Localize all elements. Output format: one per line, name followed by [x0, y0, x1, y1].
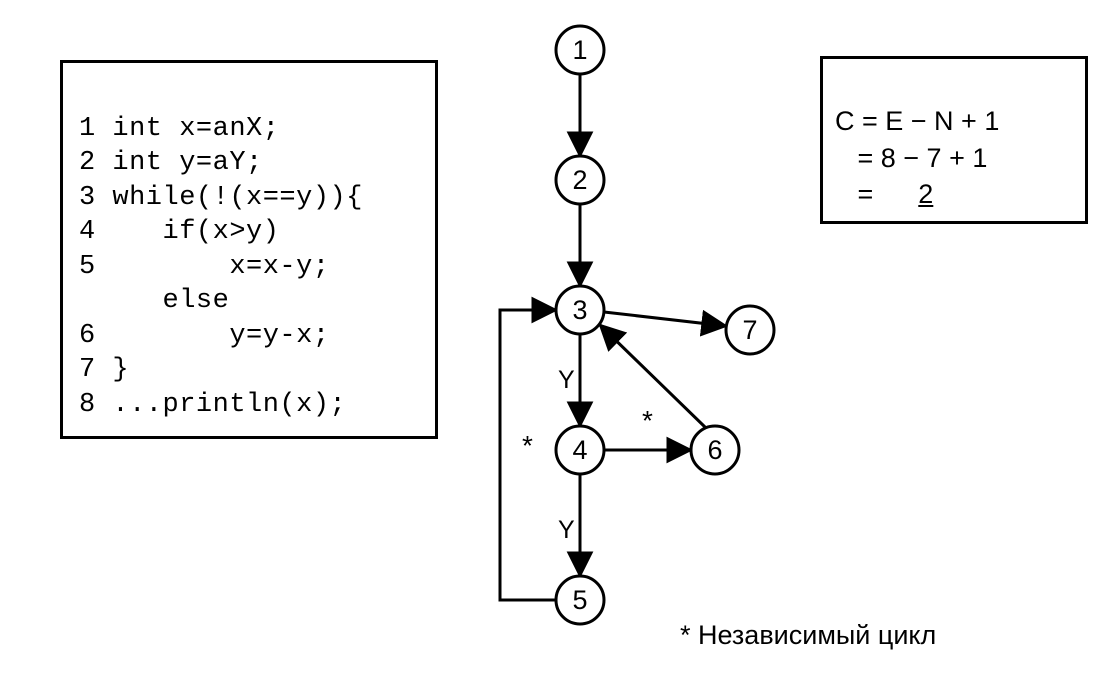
label-5-3: *	[522, 430, 533, 461]
code-listing: 1 int x=anX; 2 int y=aY; 3 while(!(x==y)…	[60, 60, 438, 439]
node-2: 2	[556, 156, 604, 204]
code-line-7: 6 y=y-x;	[79, 321, 330, 351]
code-line-8: 7 }	[79, 355, 129, 385]
svg-text:6: 6	[707, 435, 722, 465]
svg-text:3: 3	[572, 295, 587, 325]
control-flow-graph: 1 2 3 4 5 6 7 Y Y * *	[430, 10, 890, 678]
code-line-1: 1 int x=anX;	[79, 114, 279, 144]
node-3: 3	[556, 286, 604, 334]
code-line-3: 3 while(!(x==y)){	[79, 183, 363, 213]
code-line-6: else	[79, 286, 229, 316]
node-1: 1	[556, 26, 604, 74]
svg-text:4: 4	[572, 435, 587, 465]
edge-3-7	[604, 312, 726, 326]
label-4-6: *	[642, 405, 653, 436]
label-3-4: Y	[558, 366, 575, 394]
code-line-4: 4 if(x>y)	[79, 217, 279, 247]
svg-text:5: 5	[572, 585, 587, 615]
node-5: 5	[556, 576, 604, 624]
label-4-5: Y	[558, 516, 575, 544]
formula-result: 2	[918, 179, 933, 209]
code-line-9: 8 ...println(x);	[79, 390, 346, 420]
code-line-5: 5 x=x-y;	[79, 252, 330, 282]
footnote-independent-cycle: * Независимый цикл	[680, 620, 936, 651]
edge-6-3	[600, 325, 706, 428]
node-7: 7	[726, 306, 774, 354]
code-line-2: 2 int y=aY;	[79, 148, 263, 178]
svg-text:2: 2	[572, 165, 587, 195]
node-4: 4	[556, 426, 604, 474]
svg-text:1: 1	[572, 35, 587, 65]
svg-text:7: 7	[742, 315, 757, 345]
node-6: 6	[691, 426, 739, 474]
